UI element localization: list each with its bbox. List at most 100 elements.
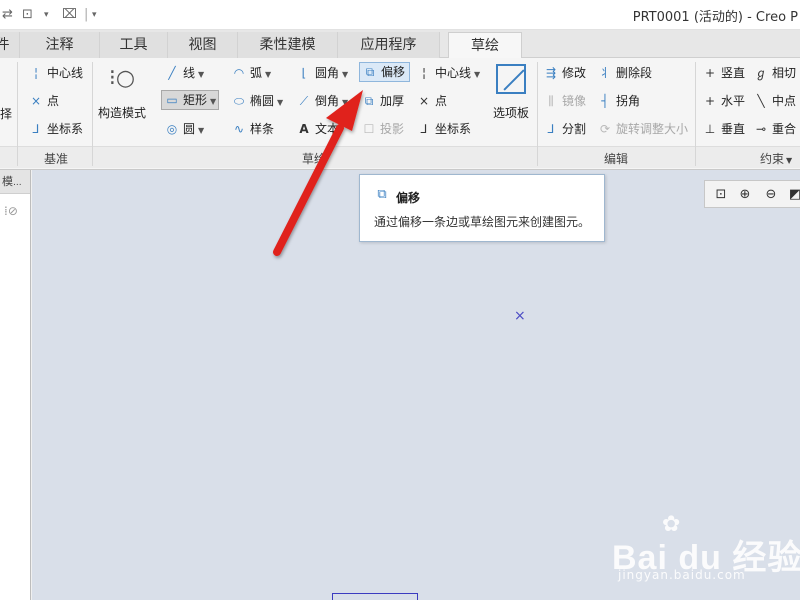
perpendicular-icon: ⊥ [704, 122, 716, 136]
point-icon: × [418, 94, 430, 108]
centerline-icon: ¦ [33, 66, 39, 80]
chevron-down-icon[interactable]: ▼ [210, 97, 216, 106]
customize-toolbar-icon[interactable]: ▾ [92, 6, 97, 24]
close-window-icon[interactable]: ⌧ [62, 6, 77, 24]
zoom-in-icon[interactable]: ⊕ [735, 185, 755, 205]
tree-settings-icon[interactable]: ⁞⊘ [4, 204, 18, 218]
chevron-down-icon[interactable]: ▼ [277, 98, 283, 107]
construction-mode-icon: ⁝○ [108, 66, 136, 91]
datum-point-button[interactable]: × 点 [28, 91, 59, 111]
chevron-down-icon: ▼ [786, 156, 793, 165]
tab-view[interactable]: 视图 [168, 32, 238, 58]
datum-coord-sys-button[interactable]: ⅃ 坐标系 [28, 119, 83, 139]
refit-icon[interactable]: ⊡ [711, 185, 731, 205]
group-label-constrain[interactable]: 约束 ▼ [760, 150, 792, 167]
title-bar: ⇄ ⊡ ▾ ⌧ | ▾ PRT0001 (活动的) - Creo P [0, 0, 800, 30]
rectangle-icon: ▭ [166, 93, 178, 107]
coordinate-system-icon: ⅃ [420, 122, 428, 136]
repaint-icon[interactable]: ◩ [785, 185, 800, 205]
offset-button[interactable]: ⧉ 偏移 [359, 62, 411, 82]
palette-button[interactable]: 选项板 [489, 64, 533, 121]
tab-applications[interactable]: 应用程序 [338, 32, 440, 58]
chevron-down-icon[interactable]: ▼ [198, 126, 204, 135]
datum-centerline-button[interactable]: ¦ 中心线 [28, 63, 83, 83]
separator: | [84, 7, 89, 22]
tab-file[interactable]: 件 [0, 32, 20, 58]
offset-icon: ⧉ [365, 65, 375, 79]
tooltip-title: 偏移 [396, 191, 421, 205]
midpoint-constraint-button[interactable]: ╲ 中点 [753, 91, 796, 111]
sketch-coord-sys-button[interactable]: ⅃ 坐标系 [416, 119, 471, 139]
coincident-constraint-button[interactable]: ⊸ 重合 [753, 119, 796, 139]
circle-icon: ◎ [166, 122, 178, 136]
model-tree-pane: 模... ⁞⊘ [0, 170, 31, 600]
regenerate-icon[interactable]: ⊡ [22, 6, 33, 24]
line-button[interactable]: ╱ 线 ▼ [164, 63, 204, 83]
divide-icon: ⅃ [547, 122, 555, 136]
fillet-button[interactable]: ⌊ 圆角 ▼ [296, 63, 349, 83]
tangent-constraint-button[interactable]: ℊ 相切 [753, 63, 796, 83]
chevron-down-icon[interactable]: ▼ [265, 70, 271, 79]
chevron-down-icon[interactable]: ▾ [44, 6, 49, 24]
rotate-resize-button[interactable]: ⟳ 旋转调整大小 [597, 119, 688, 139]
project-button[interactable]: ☐ 投影 [361, 119, 404, 139]
tab-annotate[interactable]: 注释 [20, 32, 100, 58]
mirror-button[interactable]: ⫼ 镜像 [543, 91, 586, 111]
vertical-constraint-button[interactable]: + 竖直 [702, 63, 745, 83]
sketch-origin-marker: × [514, 308, 526, 324]
delete-segment-button[interactable]: ⺦删除段 [597, 63, 652, 83]
project-icon: ☐ [363, 122, 375, 136]
rotate-resize-icon: ⟳ [599, 122, 611, 136]
text-icon: A [299, 122, 309, 136]
select-button[interactable]: 择 [0, 104, 12, 124]
modify-button[interactable]: ⇶ 修改 [543, 63, 586, 83]
horizontal-constraint-button[interactable]: + 水平 [702, 91, 745, 111]
chamfer-icon: ⟋ [299, 94, 309, 108]
centerline-icon: ¦ [421, 66, 427, 80]
perpendicular-constraint-button[interactable]: ⊥ 垂直 [702, 119, 745, 139]
chevron-down-icon[interactable]: ▼ [342, 70, 348, 79]
ellipse-button[interactable]: ⬭ 椭圆 ▼ [231, 91, 283, 111]
horizontal-icon: + [704, 94, 716, 108]
tangent-icon: ℊ [754, 66, 767, 80]
chamfer-button[interactable]: ⟋ 倒角 ▼ [296, 91, 348, 111]
tab-flexible-modeling[interactable]: 柔性建模 [238, 32, 338, 58]
chevron-down-icon[interactable]: ▼ [342, 98, 348, 107]
tab-tools[interactable]: 工具 [100, 32, 168, 58]
offset-icon: ⧉ [377, 187, 387, 202]
quick-access-item-1[interactable]: ⇄ [2, 6, 13, 24]
rectangle-button[interactable]: ▭ 矩形 ▼ [161, 90, 220, 110]
watermark-url: jingyan.baidu.com [618, 568, 746, 582]
window-title: PRT0001 (活动的) - Creo P [632, 10, 798, 25]
sketch-point-button[interactable]: × 点 [416, 91, 447, 111]
text-button[interactable]: A 文本 [296, 119, 339, 139]
sketch-centerline-button[interactable]: ¦ 中心线 ▼ [416, 63, 480, 83]
selection-box [332, 593, 418, 600]
chevron-down-icon[interactable]: ▼ [198, 70, 204, 79]
chevron-down-icon[interactable]: ▼ [474, 70, 480, 79]
divide-button[interactable]: ⅃ 分割 [543, 119, 586, 139]
arc-button[interactable]: ◠ 弧 ▼ [231, 63, 271, 83]
model-tree-tab[interactable]: 模... [0, 170, 30, 194]
vertical-icon: + [704, 66, 716, 80]
coincident-icon: ⊸ [755, 122, 767, 136]
zoom-out-icon[interactable]: ⊖ [761, 185, 781, 205]
construction-mode-button[interactable]: ⁝○ 构造模式 [96, 64, 148, 121]
corner-button[interactable]: ┤ 拐角 [597, 91, 640, 111]
tooltip-description: 通过偏移一条边或草绘图元来创建图元。 [374, 215, 591, 229]
baidu-jingyan-watermark: ✿ Bai du 经验 jingyan.baidu.com [612, 512, 800, 588]
tab-sketch[interactable]: 草绘 [448, 32, 522, 58]
corner-icon: ┤ [601, 94, 609, 108]
thicken-button[interactable]: ⧉ 加厚 [361, 91, 404, 111]
mirror-icon: ⫼ [548, 94, 554, 108]
arc-icon: ◠ [233, 66, 245, 80]
midpoint-icon: ╲ [757, 94, 765, 108]
circle-button[interactable]: ◎ 圆 ▼ [164, 119, 204, 139]
palette-icon [496, 64, 526, 94]
spline-button[interactable]: ∿ 样条 [231, 119, 274, 139]
line-icon: ╱ [168, 66, 176, 80]
view-toolbar: ⊡ ⊕ ⊖ ◩ [704, 180, 800, 208]
ribbon: 择 ¦ 中心线 × 点 ⅃ 坐标系 基准 ⁝○ 构造模式 ╱ 线 ▼ ▭ 矩形 ▼ ◎ 圆 ▼ ◠… [0, 58, 800, 170]
coordinate-system-icon: ⅃ [32, 122, 40, 136]
fillet-icon: ⌊ [301, 66, 307, 80]
